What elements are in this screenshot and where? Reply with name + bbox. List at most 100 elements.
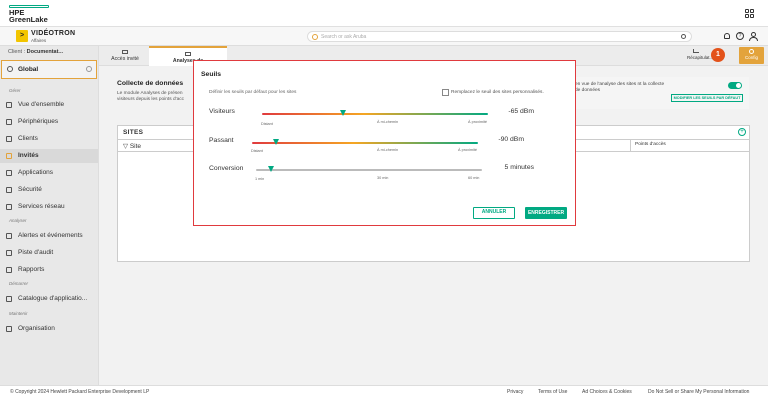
audit-icon xyxy=(6,250,12,256)
organization-icon xyxy=(6,326,12,332)
tab-guest-access[interactable]: Accès invité xyxy=(103,46,147,66)
save-button[interactable]: ENREGISTRER xyxy=(525,207,567,219)
tick-label: À mi-chemin xyxy=(377,120,399,124)
footer-link-terms[interactable]: Terms of Use xyxy=(538,389,567,395)
scope-radio-icon[interactable] xyxy=(86,66,92,72)
modal-title: Seuils xyxy=(201,71,222,78)
add-site-icon[interactable]: + xyxy=(738,128,746,136)
override-label: Remplacez le seuil des sites personnalis… xyxy=(451,90,544,95)
search-icon[interactable] xyxy=(681,33,686,39)
footer-link-privacy[interactable]: Privacy xyxy=(507,389,523,395)
client-prefix: Client : xyxy=(8,49,27,55)
slider-label-visitors: Visiteurs xyxy=(209,108,235,115)
app-grid-icon[interactable] xyxy=(745,9,754,18)
copyright: © Copyright 2024 Hewlett Packard Enterpr… xyxy=(10,389,150,395)
slider-thumb-visitors[interactable] xyxy=(339,110,346,116)
sidebar-item-devices[interactable]: Périphériques xyxy=(0,115,98,129)
slider-label-conversion: Conversion xyxy=(209,165,244,172)
clients-icon xyxy=(6,136,12,142)
slider-thumb-passerby[interactable] xyxy=(273,139,280,145)
summary-button[interactable]: Récapitulat... xyxy=(687,49,713,60)
tick-label: 30 min xyxy=(377,176,389,180)
catalog-icon xyxy=(6,296,12,302)
sidebar-item-label: Invités xyxy=(18,152,39,159)
sidebar-item-label: Alertes et événements xyxy=(18,232,83,239)
tick-label: 60 min xyxy=(468,176,480,180)
step-badge: 1 xyxy=(711,48,725,62)
sidebar-item-label: Périphériques xyxy=(18,118,59,125)
top-bar: HPE GreenLake xyxy=(0,0,768,27)
applications-icon xyxy=(6,170,12,176)
override-checkbox[interactable] xyxy=(442,89,449,96)
summary-label: Récapitulat... xyxy=(687,55,714,60)
gear-icon xyxy=(749,49,754,54)
global-scope-selector[interactable]: Global xyxy=(1,60,97,79)
client-selector[interactable]: Client : Documentat... xyxy=(8,49,63,55)
sidebar-item-label: Applications xyxy=(18,169,54,176)
tick-label: À proximité xyxy=(468,120,487,124)
search-placeholder: Search or ask Aruba xyxy=(321,33,367,40)
user-icon[interactable] xyxy=(749,32,758,41)
slider-thumb-conversion[interactable] xyxy=(268,166,275,172)
config-button[interactable]: Config xyxy=(739,47,764,64)
reports-icon xyxy=(6,267,12,273)
section-start: Démarrer xyxy=(9,281,29,286)
cancel-button[interactable]: ANNULER xyxy=(473,207,515,219)
sidebar-item-label: Organisation xyxy=(18,325,55,332)
section-manage: Gérer xyxy=(9,88,21,93)
modify-default-thresholds-button[interactable]: MODIFIER LES SEUILS PAR DÉFAUT xyxy=(671,94,743,102)
alerts-icon xyxy=(6,233,12,239)
data-collection-toggle[interactable] xyxy=(728,82,742,89)
search-input[interactable]: Search or ask Aruba xyxy=(307,31,692,42)
sidebar-item-audit-trail[interactable]: Piste d'audit xyxy=(0,246,98,260)
footer-link-do-not-sell[interactable]: Do Not Sell or Share My Personal Informa… xyxy=(648,389,749,395)
sidebar-item-label: Catalogue d'applicatio... xyxy=(18,295,88,302)
tick-label: Distant xyxy=(251,149,263,153)
devices-icon xyxy=(6,119,12,125)
sidebar-item-applications[interactable]: Applications xyxy=(0,166,98,180)
sidebar-item-overview[interactable]: Vue d'ensemble xyxy=(0,98,98,112)
slider-value-passerby: -90 dBm xyxy=(498,136,524,143)
hpe-greenlake-logo[interactable]: HPE GreenLake xyxy=(9,5,53,23)
guests-icon xyxy=(6,153,12,159)
bell-icon[interactable] xyxy=(724,33,730,39)
sidebar-item-clients[interactable]: Clients xyxy=(0,132,98,146)
tick-label: Distant xyxy=(261,122,273,126)
tick-label: À proximité xyxy=(458,148,477,152)
slider-track-conversion[interactable] xyxy=(256,169,482,171)
shield-icon xyxy=(6,187,12,193)
sidebar-item-label: Clients xyxy=(18,135,38,142)
analytics-icon xyxy=(185,52,191,56)
sidebar-item-reports[interactable]: Rapports xyxy=(0,263,98,277)
brand-name: VIDÉOTRON xyxy=(31,30,76,37)
slider-track-passerby[interactable] xyxy=(252,142,478,144)
sidebar-item-label: Vue d'ensemble xyxy=(18,101,65,108)
slider-value-conversion: 5 minutes xyxy=(504,164,534,171)
overview-icon xyxy=(6,102,12,108)
sidebar-item-alerts[interactable]: Alertes et événements xyxy=(0,229,98,243)
logo-line2: GreenLake xyxy=(9,15,48,24)
column-access-points[interactable]: Points d'accès xyxy=(630,140,749,151)
brand-logo[interactable]: > xyxy=(16,30,28,42)
sidebar-item-label: Piste d'audit xyxy=(18,249,54,256)
column-site[interactable]: ▽ Site xyxy=(123,142,141,150)
tab-label: Accès invité xyxy=(111,56,139,62)
sidebar-item-guests[interactable]: Invités xyxy=(0,149,98,163)
help-icon[interactable]: ? xyxy=(736,32,744,40)
chart-icon xyxy=(693,49,699,53)
sidebar-item-security[interactable]: Sécurité xyxy=(0,183,98,197)
sidebar-item-app-catalog[interactable]: Catalogue d'applicatio... xyxy=(0,292,98,306)
client-name: Documentat... xyxy=(26,49,64,55)
tick-label: À mi-chemin xyxy=(377,148,399,152)
aruba-search-icon xyxy=(312,34,318,40)
sidebar-item-organization[interactable]: Organisation xyxy=(0,322,98,336)
sidebar-item-network-services[interactable]: Services réseau xyxy=(0,200,98,214)
globe-icon xyxy=(7,66,13,72)
slider-track-visitors[interactable] xyxy=(262,113,488,115)
config-label: Config xyxy=(744,55,758,60)
thresholds-modal: Seuils Définir les seuils par défaut pou… xyxy=(193,60,576,226)
sidebar: Client : Documentat... Global Gérer Vue … xyxy=(0,46,99,385)
footer-link-ad-choices[interactable]: Ad Choices & Cookies xyxy=(582,389,632,395)
collect-desc: Le module Analyses de présen visiteurs d… xyxy=(117,91,185,102)
sidebar-item-label: Rapports xyxy=(18,266,45,273)
